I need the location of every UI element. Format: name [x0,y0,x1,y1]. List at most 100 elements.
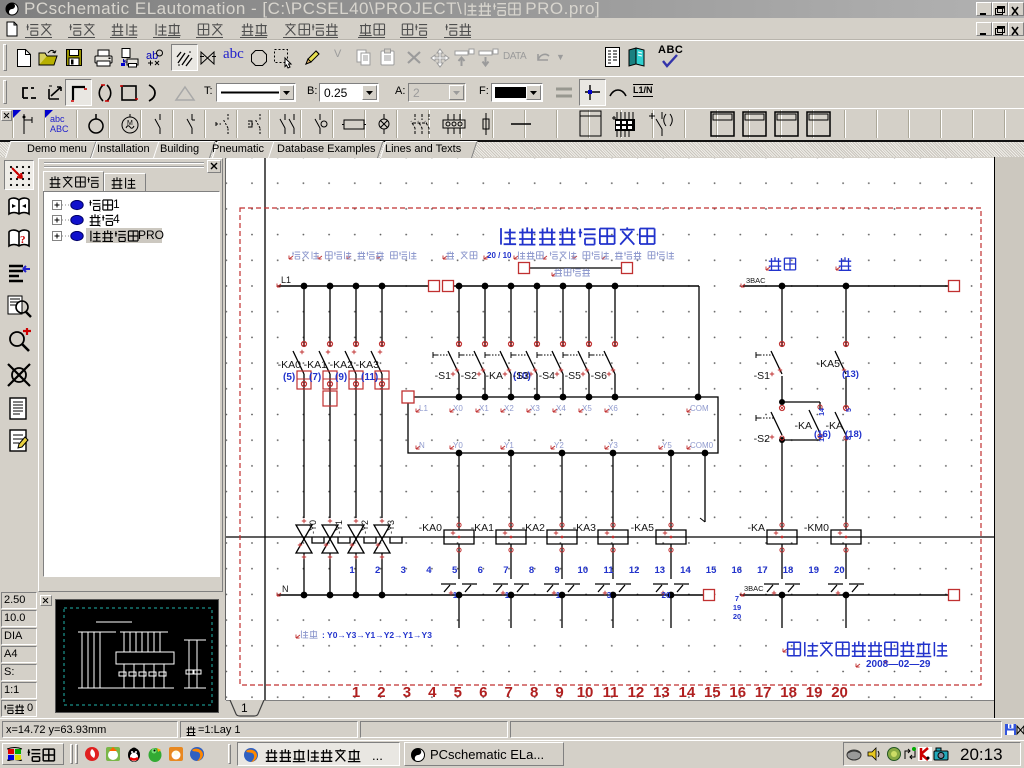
svg-text:12: 12 [629,565,640,576]
svg-text:M: M [127,120,133,127]
svg-text:3BAC: 3BAC [744,584,764,593]
svg-text:N: N [282,584,289,594]
svg-text:X1: X1 [479,404,489,413]
svg-text:16: 16 [731,565,742,576]
svg-text:-S2: -S2 [461,370,478,382]
svg-text:L1: L1 [281,275,291,285]
svg-text:2008—02—29: 2008—02—29 [866,659,931,670]
svg-text:Y0: Y0 [453,441,463,450]
svg-text:19: 19 [806,684,823,700]
svg-text:8: 8 [530,684,538,700]
svg-text:(11): (11) [361,372,378,383]
svg-text:6: 6 [479,684,487,700]
svg-text:-KA0: -KA0 [419,522,443,534]
svg-text:14: 14 [680,565,691,576]
svg-text:X3: X3 [530,404,540,413]
svg-text:-KA0: -KA0 [278,359,302,371]
svg-text:: Y0→Y3→Y1→Y2→Y1→Y3: : Y0→Y3→Y1→Y2→Y1→Y3 [322,630,432,640]
svg-text:8: 8 [529,565,534,576]
svg-text:-KA3: -KA3 [356,359,380,371]
svg-text:2: 2 [375,565,380,576]
svg-text:-S1: -S1 [435,370,452,382]
svg-text:18: 18 [783,565,794,576]
svg-text:5: 5 [454,684,462,700]
svg-text:7: 7 [503,565,508,576]
svg-text:Y2: Y2 [554,441,564,450]
svg-text:15: 15 [704,684,721,700]
svg-text:4: 4 [428,684,437,700]
svg-text:12: 12 [628,684,645,700]
svg-text:-KA2: -KA2 [522,522,546,534]
svg-text:14: 14 [679,684,696,700]
svg-text:3: 3 [401,565,406,576]
svg-text:-KA: -KA [485,370,503,382]
svg-text:11: 11 [603,565,614,576]
svg-text:Y1: Y1 [504,441,514,450]
svg-text:3: 3 [607,591,612,600]
svg-text:-KA: -KA [825,420,843,432]
svg-text:(7): (7) [309,372,321,383]
svg-text:13: 13 [819,434,826,442]
svg-text:-Y0: -Y0 [308,520,318,534]
svg-text:4: 4 [426,565,432,576]
svg-text:7: 7 [505,684,513,700]
svg-text:?: ? [20,234,26,246]
svg-text:-S3: -S3 [513,370,530,382]
svg-text:Y3: Y3 [608,441,618,450]
svg-text:(9): (9) [335,372,347,383]
svg-text:9: 9 [555,565,560,576]
svg-text:-KA2: -KA2 [330,359,354,371]
svg-text:-Y2: -Y2 [360,520,370,534]
svg-text:-S6: -S6 [591,370,608,382]
svg-text:-KA: -KA [794,420,812,432]
svg-text:-KA1: -KA1 [471,522,495,534]
svg-text:6: 6 [478,565,483,576]
svg-text:(5): (5) [283,372,295,383]
svg-text:-S2: -S2 [754,433,771,445]
svg-text:(13): (13) [842,369,859,380]
svg-text:2: 2 [377,684,385,700]
svg-text:1: 1 [556,591,561,600]
svg-text:20 / 10: 20 / 10 [487,251,512,260]
svg-text:20: 20 [831,684,848,700]
svg-text:-KA: -KA [747,522,765,534]
svg-text:5: 5 [452,565,458,576]
svg-text:-Y1: -Y1 [334,520,344,534]
svg-text:1: 1 [352,684,360,700]
svg-text:7: 7 [735,594,739,603]
svg-text:L1: L1 [419,404,428,413]
svg-text:-S1: -S1 [754,370,771,382]
svg-text:abc: abc [50,114,65,124]
svg-text:-KA3: -KA3 [573,522,597,534]
svg-text:X5: X5 [582,404,592,413]
svg-text:1: 1 [349,565,355,576]
svg-text:20: 20 [662,591,671,600]
svg-text:-S4: -S4 [539,370,556,382]
svg-text:X2: X2 [504,404,514,413]
svg-text:1: 1 [453,591,458,600]
svg-text:10: 10 [578,565,589,576]
svg-text:-KA5: -KA5 [631,522,655,534]
svg-text:X4: X4 [556,404,566,413]
svg-text:X6: X6 [608,404,618,413]
svg-text:X0: X0 [453,404,463,413]
svg-text:18: 18 [780,684,797,700]
svg-text:5: 5 [846,408,853,412]
svg-text:3BAC: 3BAC [746,276,766,285]
svg-text:COM: COM [690,404,709,413]
svg-text:10: 10 [577,684,594,700]
svg-text:20: 20 [834,565,845,576]
svg-text:ABC: ABC [50,124,69,134]
svg-text:COM0: COM0 [690,441,714,450]
svg-text:17: 17 [755,684,772,700]
svg-text:13: 13 [653,684,670,700]
svg-text:11: 11 [603,684,619,700]
svg-text:14: 14 [819,408,826,416]
svg-text:20: 20 [733,612,741,621]
svg-text:17: 17 [757,565,768,576]
svg-text:N: N [419,441,425,450]
svg-text:3: 3 [403,684,411,700]
svg-text:15: 15 [706,565,717,576]
svg-text:19: 19 [808,565,819,576]
svg-text:19: 19 [733,603,741,612]
